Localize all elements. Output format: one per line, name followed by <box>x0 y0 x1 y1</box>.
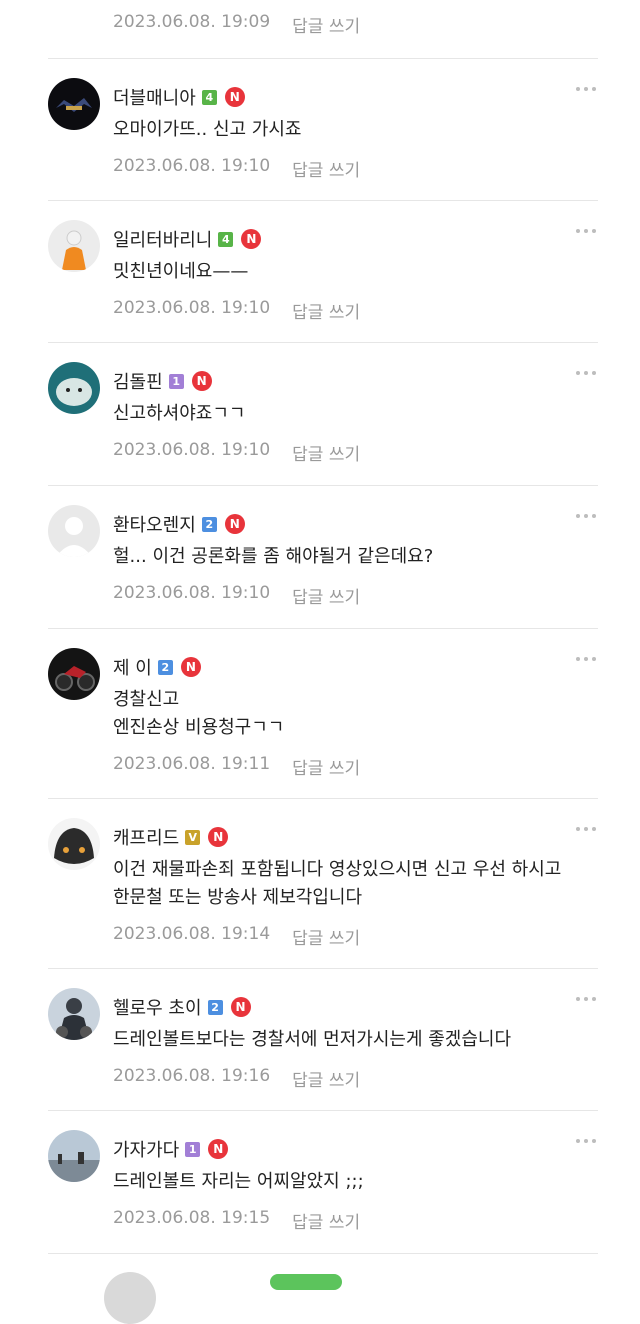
comment-meta: 2023.06.08. 19:11 답글 쓰기 <box>113 754 360 779</box>
comment-text: 경찰신고 엔진손상 비용청구ㄱㄱ <box>113 686 284 742</box>
level-badge: 1 <box>168 373 184 389</box>
level-badge: 1 <box>185 1141 201 1157</box>
comment-timestamp: 2023.06.08. 19:09 <box>113 12 271 32</box>
comment-nickname[interactable]: 일리터바리니 <box>113 226 212 252</box>
comment-timestamp: 2023.06.08. 19:15 <box>113 1208 271 1228</box>
comment-line: 밋친년이네요—— <box>113 261 249 282</box>
reply-button[interactable]: 답글 쓰기 <box>292 1066 360 1091</box>
comment-meta: 2023.06.08. 19:10 답글 쓰기 <box>113 583 360 608</box>
comment-nickname[interactable]: 더블매니아 <box>113 84 196 110</box>
comment-text: 신고하셔야죠ㄱㄱ <box>113 400 245 428</box>
divider <box>48 968 598 969</box>
comment-meta: 2023.06.08. 19:10 답글 쓰기 <box>113 440 360 465</box>
divider <box>48 485 598 486</box>
comment-timestamp: 2023.06.08. 19:10 <box>113 583 271 603</box>
comment-meta: 2023.06.08. 19:16 답글 쓰기 <box>113 1066 360 1091</box>
new-badge: N <box>208 827 229 847</box>
divider <box>48 628 598 629</box>
comment-meta: 2023.06.08. 19:10 답글 쓰기 <box>113 298 360 323</box>
more-options-icon[interactable] <box>572 509 600 523</box>
avatar[interactable] <box>48 1130 100 1182</box>
reply-button[interactable]: 답글 쓰기 <box>292 298 360 323</box>
new-badge: N <box>241 229 262 249</box>
comment-text: 헐... 이건 공론화를 좀 해야될거 같은데요? <box>113 543 433 571</box>
divider <box>48 342 598 343</box>
reply-button[interactable]: 답글 쓰기 <box>292 1208 360 1233</box>
comment-timestamp: 2023.06.08. 19:14 <box>113 924 271 944</box>
comment-line: 드레인볼트 자리는 어찌알았지 ;;; <box>113 1171 364 1192</box>
new-badge: N <box>180 657 201 677</box>
comment-line: 오마이가뜨.. 신고 가시죠 <box>113 119 302 140</box>
level-badge: 4 <box>201 89 217 105</box>
comment-timestamp: 2023.06.08. 19:10 <box>113 298 271 318</box>
divider <box>48 1110 598 1111</box>
more-options-icon[interactable] <box>572 992 600 1006</box>
more-options-icon[interactable] <box>572 822 600 836</box>
comment-meta: 2023.06.08. 19:14 답글 쓰기 <box>113 924 360 949</box>
comment-timestamp: 2023.06.08. 19:10 <box>113 440 271 460</box>
level-badge: 2 <box>157 659 173 675</box>
divider <box>48 200 598 201</box>
comment-text: 오마이가뜨.. 신고 가시죠 <box>113 116 302 144</box>
comment-timestamp: 2023.06.08. 19:11 <box>113 754 271 774</box>
comment-meta: 2023.06.08. 19:15 답글 쓰기 <box>113 1208 360 1233</box>
reply-button[interactable]: 답글 쓰기 <box>292 583 360 608</box>
comment-nickname[interactable]: 캐프리드 <box>113 824 179 850</box>
comment-timestamp: 2023.06.08. 19:16 <box>113 1066 271 1086</box>
divider <box>48 1253 598 1254</box>
reply-button[interactable]: 답글 쓰기 <box>292 12 360 37</box>
level-badge: V <box>185 829 201 845</box>
more-options-icon[interactable] <box>572 366 600 380</box>
comment-line: 경찰신고 <box>113 689 180 710</box>
avatar[interactable] <box>48 818 100 870</box>
new-badge: N <box>208 1139 229 1159</box>
comment-text: 드레인볼트보다는 경찰서에 먼저가시는게 좋겠습니다 <box>113 1026 511 1054</box>
avatar[interactable] <box>48 362 100 414</box>
reply-button[interactable]: 답글 쓰기 <box>292 924 360 949</box>
new-badge: N <box>224 87 245 107</box>
level-badge: 2 <box>201 516 217 532</box>
comment-meta-top: 2023.06.08. 19:09 답글 쓰기 <box>113 12 360 37</box>
comment-text: 밋친년이네요—— <box>113 258 248 286</box>
avatar[interactable] <box>48 220 100 272</box>
more-options-icon[interactable] <box>572 82 600 96</box>
comment-line: 드레인볼트보다는 경찰서에 먼저가시는게 좋겠습니다 <box>113 1029 512 1050</box>
comment-line: 엔진손상 비용청구ㄱㄱ <box>113 717 285 738</box>
comment-meta: 2023.06.08. 19:10 답글 쓰기 <box>113 156 360 181</box>
comment-timestamp: 2023.06.08. 19:10 <box>113 156 271 176</box>
level-badge: 4 <box>218 231 234 247</box>
new-badge: N <box>230 997 251 1017</box>
comment-nickname[interactable]: 제 이 <box>113 654 152 680</box>
avatar[interactable] <box>48 78 100 130</box>
reply-button[interactable]: 답글 쓰기 <box>292 440 360 465</box>
comment-nickname[interactable]: 김돌핀 <box>113 368 163 394</box>
comment-nickname[interactable]: 환타오렌지 <box>113 511 196 537</box>
comment-line: 신고하셔야죠ㄱㄱ <box>113 403 246 424</box>
comment-line: 이건 재물파손죄 포함됩니다 영상있으시면 신고 우선 하시고 <box>113 859 562 880</box>
comment-text: 드레인볼트 자리는 어찌알았지 ;;; <box>113 1168 364 1196</box>
more-options-icon[interactable] <box>572 652 600 666</box>
comment-nickname[interactable]: 가자가다 <box>113 1136 179 1162</box>
comment-nickname[interactable]: 헬로우 초이 <box>113 994 202 1020</box>
reply-button[interactable]: 답글 쓰기 <box>292 754 360 779</box>
level-badge: 2 <box>207 999 223 1015</box>
comment-text: 이건 재물파손죄 포함됩니다 영상있으시면 신고 우선 하시고 한문철 또는 방… <box>113 856 561 912</box>
avatar[interactable] <box>48 648 100 700</box>
divider <box>48 58 598 59</box>
divider <box>48 798 598 799</box>
avatar[interactable] <box>48 505 100 557</box>
badge <box>270 1274 342 1290</box>
comment-line: 한문철 또는 방송사 제보각입니다 <box>113 887 363 908</box>
more-options-icon[interactable] <box>572 224 600 238</box>
reply-button[interactable]: 답글 쓰기 <box>292 156 360 181</box>
comment-line: 헐... 이건 공론화를 좀 해야될거 같은데요? <box>113 546 434 567</box>
more-options-icon[interactable] <box>572 1134 600 1148</box>
avatar[interactable] <box>48 988 100 1040</box>
new-badge: N <box>224 514 245 534</box>
new-badge: N <box>191 371 212 391</box>
